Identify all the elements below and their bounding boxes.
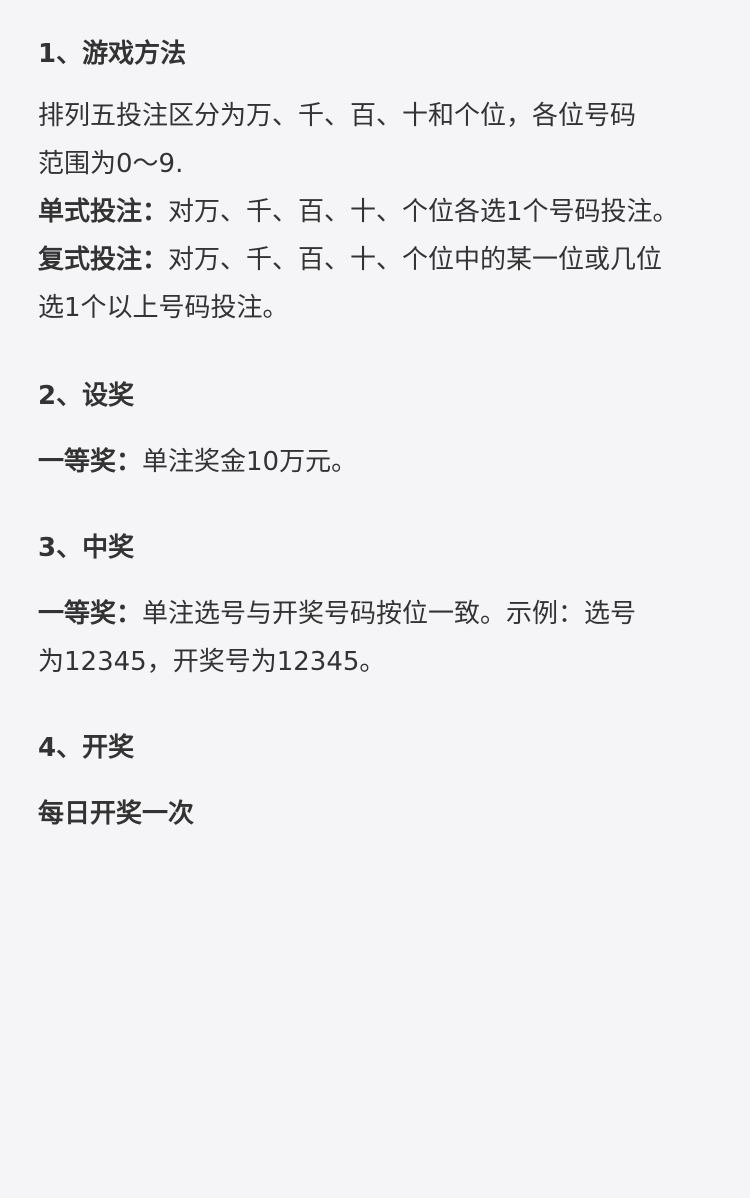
winning-text-1: 单注选号与开奖号码按位一致。示例：选号 bbox=[142, 599, 637, 629]
prize-setting-content: 一等奖：单注奖金10万元。 bbox=[38, 438, 716, 486]
game-method-intro-line-2: 范围为0～9. bbox=[38, 149, 184, 179]
winning-line-2: 为12345，开奖号为12345。 bbox=[38, 647, 386, 677]
winning-line-1: 一等奖：单注选号与开奖号码按位一致。示例：选号 bbox=[38, 590, 716, 638]
multi-bet-label: 复式投注： bbox=[38, 245, 169, 275]
section-title-prize-setting: 2、设奖 bbox=[38, 381, 135, 411]
winning-label: 一等奖： bbox=[38, 599, 143, 629]
prize-setting-text: 单注奖金10万元。 bbox=[142, 447, 358, 477]
prize-setting-line: 一等奖：单注奖金10万元。 bbox=[38, 438, 716, 486]
prize-setting-label: 一等奖： bbox=[38, 447, 143, 477]
draw-text: 每日开奖一次 bbox=[38, 799, 195, 829]
rules-page: 1、游戏方法 排列五投注区分为万、千、百、十和个位，各位号码 范围为0～9. 单… bbox=[0, 0, 750, 1198]
multi-bet-text-1: 对万、千、百、十、个位中的某一位或几位 bbox=[168, 245, 663, 275]
multi-bet-line-1: 复式投注：对万、千、百、十、个位中的某一位或几位 bbox=[38, 236, 716, 284]
multi-bet-line-2: 选1个以上号码投注。 bbox=[38, 293, 289, 323]
single-bet-line: 单式投注：对万、千、百、十、个位各选1个号码投注。 bbox=[38, 188, 716, 236]
game-method-content: 排列五投注区分为万、千、百、十和个位，各位号码 范围为0～9. 单式投注：对万、… bbox=[38, 92, 716, 332]
game-method-intro-line-1: 排列五投注区分为万、千、百、十和个位，各位号码 bbox=[38, 101, 637, 131]
single-bet-label: 单式投注： bbox=[38, 197, 169, 227]
draw-content: 每日开奖一次 bbox=[38, 790, 716, 838]
section-title-draw: 4、开奖 bbox=[38, 733, 135, 763]
winning-content: 一等奖：单注选号与开奖号码按位一致。示例：选号 为12345，开奖号为12345… bbox=[38, 590, 716, 686]
single-bet-text: 对万、千、百、十、个位各选1个号码投注。 bbox=[168, 197, 679, 227]
section-title-game-method: 1、游戏方法 bbox=[38, 39, 187, 69]
section-title-winning: 3、中奖 bbox=[38, 533, 135, 563]
